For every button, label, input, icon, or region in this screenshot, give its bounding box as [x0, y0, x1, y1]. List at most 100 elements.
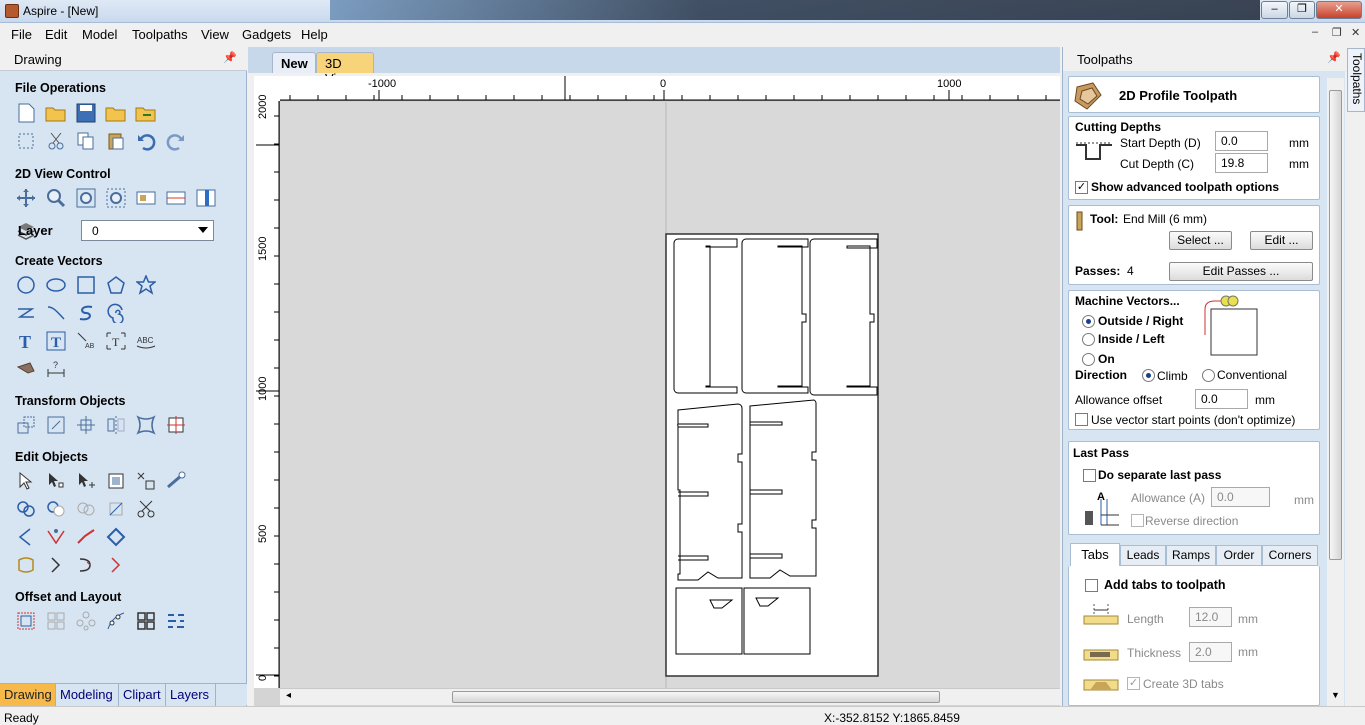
zoom-icon[interactable]	[44, 186, 68, 210]
menu-file[interactable]: File	[11, 27, 32, 42]
text-frame-icon[interactable]: T	[44, 329, 68, 353]
scroll-left-arrow-icon[interactable]: ◂	[286, 690, 291, 701]
scissors-icon[interactable]	[134, 497, 158, 521]
draw-ellipse-icon[interactable]	[44, 273, 68, 297]
zoom-selection-icon[interactable]	[104, 186, 128, 210]
menu-view[interactable]: View	[201, 27, 229, 42]
tab-new-2d-view[interactable]: New	[272, 52, 316, 73]
tab-order[interactable]: Order	[1216, 545, 1262, 566]
tab-leads[interactable]: Leads	[1120, 545, 1166, 566]
convert-to-bezier-icon[interactable]	[44, 525, 68, 549]
draw-circle-icon[interactable]	[14, 273, 38, 297]
tab-ramps[interactable]: Ramps	[1166, 545, 1216, 566]
offset-icon[interactable]	[14, 609, 38, 633]
copy-icon[interactable]	[74, 129, 98, 153]
selection-tools-icon[interactable]	[134, 469, 158, 493]
tab-3d-view[interactable]: 3D View	[316, 52, 374, 86]
pin-icon-right[interactable]: 📌	[1327, 51, 1341, 64]
subtract-icon[interactable]	[44, 497, 68, 521]
toolpaths-side-tab[interactable]: Toolpaths	[1347, 48, 1365, 112]
edit-tool-button[interactable]: Edit ...	[1250, 231, 1313, 250]
tab-modeling[interactable]: Modeling	[56, 684, 119, 706]
select-arrow-icon[interactable]	[14, 469, 38, 493]
on-radio[interactable]	[1082, 353, 1095, 366]
advanced-options-checkbox[interactable]: ✓	[1075, 181, 1088, 194]
climb-radio[interactable]	[1142, 369, 1155, 382]
start-depth-input[interactable]: 0.0	[1215, 131, 1268, 151]
tab-corners[interactable]: Corners	[1262, 545, 1318, 566]
join-vectors-icon[interactable]	[104, 525, 128, 549]
maximize-button[interactable]: ❐	[1289, 1, 1315, 19]
close-vector-icon[interactable]	[14, 553, 38, 577]
auto-nest-icon[interactable]	[164, 609, 188, 633]
draw-polygon-icon[interactable]	[104, 273, 128, 297]
tab-length-input[interactable]: 12.0	[1189, 607, 1232, 627]
horizontal-scroll-thumb[interactable]	[452, 691, 940, 703]
convert-to-arc-icon[interactable]	[74, 525, 98, 549]
menu-model[interactable]: Model	[82, 27, 117, 42]
copy-along-vector-icon[interactable]	[104, 609, 128, 633]
draw-text-icon[interactable]: T	[14, 329, 38, 353]
auto-layout-text-icon[interactable]: T	[104, 329, 128, 353]
draw-polyline-icon[interactable]	[14, 301, 38, 325]
create-3d-tabs-checkbox[interactable]: ✓	[1127, 677, 1140, 690]
right-scroll-thumb[interactable]	[1329, 90, 1342, 560]
pan-icon[interactable]	[14, 186, 38, 210]
tab-drawing[interactable]: Drawing	[0, 684, 56, 706]
cut-depth-input[interactable]: 19.8	[1215, 153, 1268, 173]
select-all-icon[interactable]	[14, 129, 38, 153]
trim-icon[interactable]	[104, 497, 128, 521]
separate-last-pass-checkbox[interactable]	[1083, 469, 1096, 482]
weld-icon[interactable]	[14, 497, 38, 521]
dimension-icon[interactable]	[14, 357, 38, 381]
pin-icon[interactable]: 📌	[223, 51, 237, 64]
last-pass-allowance-input[interactable]: 0.0	[1211, 487, 1270, 507]
draw-arc-icon[interactable]	[74, 301, 98, 325]
arc-text-icon[interactable]: ABC	[134, 329, 158, 353]
redo-icon[interactable]	[164, 129, 188, 153]
inside-left-radio[interactable]	[1082, 333, 1095, 346]
open-folder-icon[interactable]	[104, 101, 128, 125]
select-tool-button[interactable]: Select ...	[1169, 231, 1232, 250]
right-panel-scrollbar[interactable]: ▼	[1327, 78, 1344, 706]
tab-clipart[interactable]: Clipart	[119, 684, 166, 706]
import-folder-icon[interactable]	[134, 101, 158, 125]
open-file-icon[interactable]	[44, 101, 68, 125]
view-toggle-icon[interactable]	[194, 186, 218, 210]
intersect-icon[interactable]	[74, 497, 98, 521]
menu-help[interactable]: Help	[301, 27, 328, 42]
draw-curve-icon[interactable]	[44, 301, 68, 325]
distort-icon[interactable]	[134, 413, 158, 437]
measure-icon[interactable]: ?	[44, 357, 68, 381]
mdi-close-icon[interactable]: ✕	[1351, 26, 1360, 39]
tab-tabs[interactable]: Tabs	[1070, 543, 1120, 567]
new-file-icon[interactable]	[14, 101, 38, 125]
edit-passes-button[interactable]: Edit Passes ...	[1169, 262, 1313, 281]
close-window-button[interactable]: ✕	[1316, 1, 1362, 19]
circular-array-icon[interactable]	[74, 609, 98, 633]
view-grid-icon[interactable]	[164, 186, 188, 210]
layer-dropdown[interactable]: 0	[81, 220, 214, 241]
array-copy-icon[interactable]	[44, 609, 68, 633]
interactive-select-icon[interactable]	[104, 469, 128, 493]
horizontal-scrollbar[interactable]: ◂	[280, 688, 1060, 705]
vector-start-points-checkbox[interactable]	[1075, 413, 1088, 426]
undo-icon[interactable]	[134, 129, 158, 153]
cut-icon[interactable]	[44, 129, 68, 153]
reverse-direction-checkbox[interactable]	[1131, 514, 1144, 527]
zoom-extents-icon[interactable]	[74, 186, 98, 210]
scroll-down-arrow-icon[interactable]: ▼	[1331, 690, 1340, 700]
text-on-curve-icon[interactable]: AB	[74, 329, 98, 353]
align-icon[interactable]	[74, 413, 98, 437]
mirror-icon[interactable]	[104, 413, 128, 437]
save-file-icon[interactable]	[74, 101, 98, 125]
set-origin-icon[interactable]	[164, 413, 188, 437]
draw-spiral-icon[interactable]	[104, 301, 128, 325]
measure-tape-icon[interactable]	[164, 469, 188, 493]
tab-thickness-input[interactable]: 2.0	[1189, 642, 1232, 662]
node-edit-icon[interactable]	[44, 469, 68, 493]
conventional-radio[interactable]	[1202, 369, 1215, 382]
menu-toolpaths[interactable]: Toolpaths	[132, 27, 188, 42]
nesting-icon[interactable]	[134, 609, 158, 633]
menu-edit[interactable]: Edit	[45, 27, 67, 42]
